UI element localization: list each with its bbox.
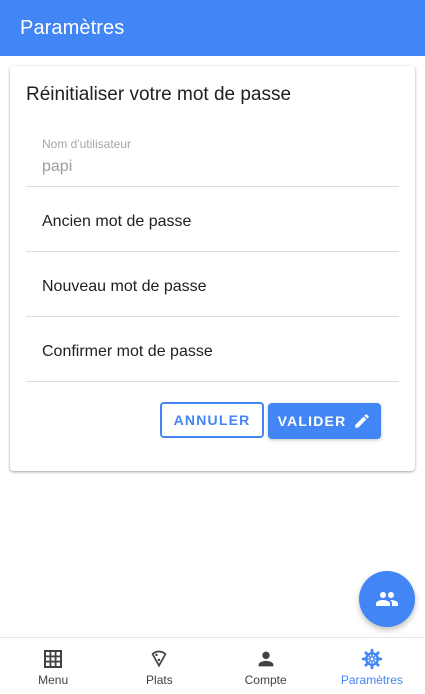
nav-label-menu: Menu (38, 673, 69, 687)
nav-label-compte: Compte (244, 673, 287, 687)
person-icon (255, 648, 277, 670)
confirm-password-label: Confirmer mot de passe (42, 343, 213, 360)
top-app-bar: Paramètres (0, 0, 425, 56)
new-password-field[interactable]: Nouveau mot de passe (26, 252, 399, 317)
cancel-button-label: ANNULER (173, 412, 251, 428)
old-password-field[interactable]: Ancien mot de passe (26, 187, 399, 252)
submit-button[interactable]: VALIDER (268, 403, 381, 439)
nav-label-parametres: Paramètres (340, 673, 403, 687)
username-field[interactable]: Nom d'utilisateur papi (26, 128, 399, 187)
pizza-icon (148, 648, 170, 670)
app-root: Paramètres Réinitialiser votre mot de pa… (0, 0, 425, 694)
reset-password-card: Réinitialiser votre mot de passe Nom d'u… (10, 66, 415, 471)
new-password-label: Nouveau mot de passe (42, 278, 207, 295)
nav-item-parametres[interactable]: Paramètres (319, 638, 425, 694)
card-title: Réinitialiser votre mot de passe (26, 84, 292, 105)
cancel-button[interactable]: ANNULER (160, 402, 264, 438)
confirm-password-field[interactable]: Confirmer mot de passe (26, 317, 399, 382)
username-label: Nom d'utilisateur (42, 137, 131, 151)
nav-item-plats[interactable]: Plats (106, 638, 212, 694)
bottom-navigation: Menu Plats Compte Paramètres (0, 637, 425, 694)
gear-icon (361, 648, 383, 670)
people-fab-button[interactable] (359, 571, 415, 627)
pencil-icon (355, 414, 370, 428)
submit-button-label: VALIDER (277, 413, 347, 429)
people-icon (376, 592, 398, 606)
old-password-label: Ancien mot de passe (42, 213, 192, 230)
username-value: papi (42, 158, 73, 175)
nav-label-plats: Plats (146, 673, 173, 687)
page-title: Paramètres (20, 16, 125, 39)
grid-icon (42, 648, 64, 670)
nav-item-compte[interactable]: Compte (213, 638, 319, 694)
nav-item-menu[interactable]: Menu (0, 638, 106, 694)
